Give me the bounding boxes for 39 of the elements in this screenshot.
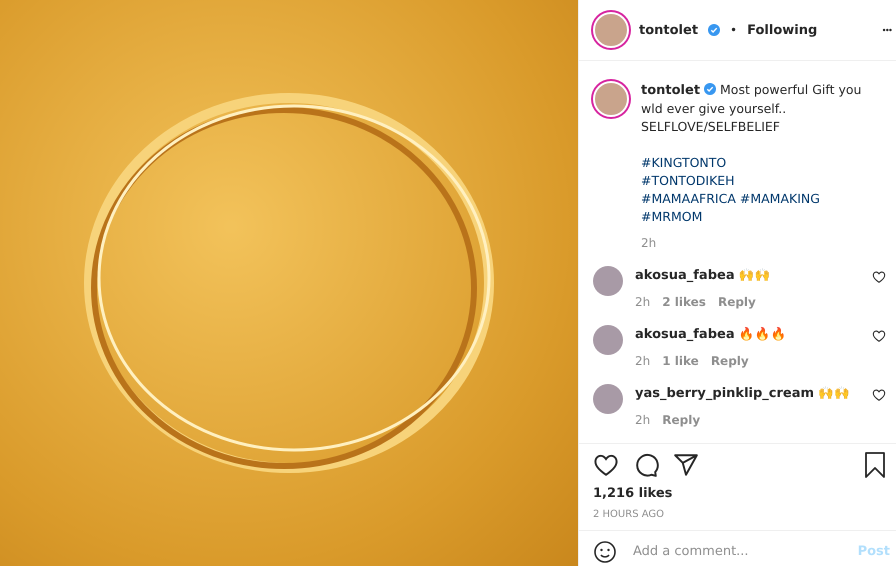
emoji-icon[interactable] [593,540,617,564]
save-button[interactable] [864,452,886,478]
comment-text: akosua_fabea 🔥🔥🔥 [635,325,788,344]
comment-text: yas_berry_pinklip_cream 🙌🙌 [635,384,852,403]
caption-line: SELFLOVE/SELFBELIEF [641,118,781,136]
timestamp: 2h [635,412,650,429]
send-icon [673,452,699,478]
like-button[interactable] [593,452,619,478]
caption-text: tontolet Most powerful Gift you wld ever give yourself.. [641,81,862,118]
username[interactable]: tontolet [639,22,698,38]
hashtag-link[interactable]: #MAMAAFRICA #MAMAKING [641,190,886,208]
following-button[interactable]: Following [747,22,818,38]
timestamp: 2h [635,294,650,311]
post-time: 2 HOURS AGO [593,509,666,520]
like-comment-button[interactable] [872,270,886,284]
hashtag-link[interactable]: #MRMOM [641,208,886,226]
separator: • [730,23,738,37]
heart-icon [872,388,886,402]
comment-button[interactable] [633,452,659,478]
comment-text: akosua_fabea 🙌🙌 [635,266,772,285]
avatar[interactable] [593,12,629,48]
timestamp: 2h [635,353,650,370]
bookmark-icon [864,452,886,478]
like-comment-button[interactable] [872,329,886,343]
heart-icon [872,329,886,343]
avatar[interactable] [593,384,623,414]
avatar[interactable] [593,266,623,296]
share-button[interactable] [673,452,699,478]
avatar[interactable] [593,325,623,355]
hashtag-link[interactable]: #KINGTONTO [641,154,886,172]
heart-icon [593,452,619,478]
comment-icon [633,452,659,478]
likes-count[interactable]: 1,216 likes [593,486,886,501]
more-options-button[interactable]: ••• [878,25,896,35]
hashtag-link[interactable]: #TONTODIKEH [641,172,886,190]
timestamp: 2h [641,235,656,252]
like-comment-button[interactable] [872,388,886,402]
avatar[interactable] [593,81,629,117]
heart-icon [872,270,886,284]
